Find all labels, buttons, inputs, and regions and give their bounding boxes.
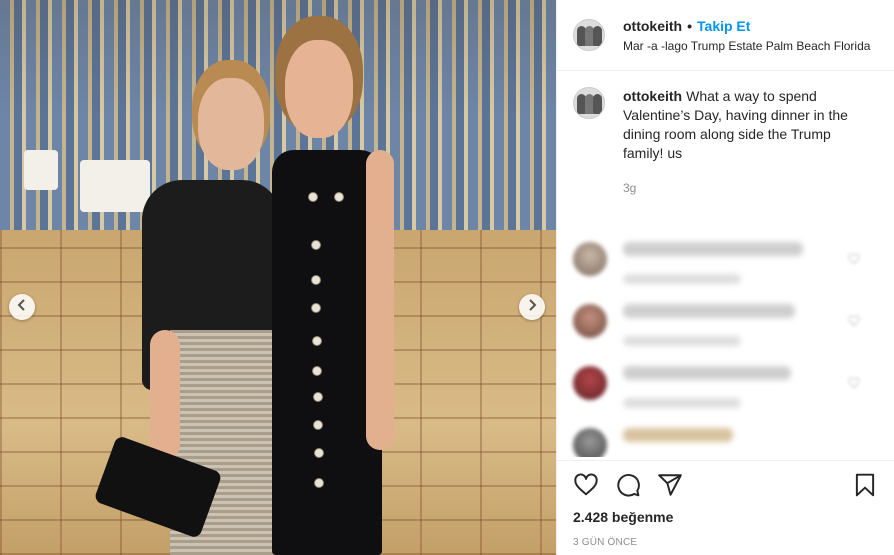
caption: ottokeith What a way to spend Valentine’s… <box>573 87 878 198</box>
avatar <box>573 428 607 457</box>
dress-button <box>313 420 323 430</box>
dress-button <box>334 192 344 202</box>
dress-button <box>314 448 324 458</box>
dress-button <box>313 392 323 402</box>
bookmark-icon[interactable] <box>852 472 878 498</box>
caption-time[interactable]: 3g <box>623 179 873 198</box>
heart-icon[interactable] <box>848 314 860 327</box>
photo-arm <box>366 150 394 450</box>
dress-button <box>312 336 322 346</box>
avatar[interactable] <box>573 19 605 51</box>
dress-button <box>308 192 318 202</box>
caption-username[interactable]: ottokeith <box>623 88 682 104</box>
chevron-right-icon <box>526 298 538 316</box>
photo-table <box>24 150 58 190</box>
post-header: ottokeith • Takip Et Mar -a -lago Trump … <box>557 0 894 71</box>
likes-count[interactable]: 2.428 beğenme <box>573 509 878 525</box>
post-photo[interactable] <box>0 0 556 555</box>
dress-button <box>311 240 321 250</box>
photo-arm <box>150 330 180 460</box>
share-icon[interactable] <box>657 472 683 498</box>
comment-icon[interactable] <box>615 472 641 498</box>
carousel-prev-button[interactable] <box>9 294 35 320</box>
dress-button <box>314 478 324 488</box>
avatar <box>573 366 607 400</box>
heart-icon[interactable] <box>573 472 599 498</box>
chevron-left-icon <box>16 298 28 316</box>
photo-person-right <box>285 40 353 138</box>
avatar <box>573 304 607 338</box>
comment-row <box>573 428 878 457</box>
follow-button[interactable]: Takip Et <box>697 18 750 34</box>
photo-person-left <box>198 78 264 170</box>
username-link[interactable]: ottokeith <box>623 18 682 34</box>
comments-list[interactable]: ottokeith What a way to spend Valentine’s… <box>557 71 894 457</box>
comment-row <box>573 242 878 284</box>
separator-dot: • <box>687 17 693 34</box>
dress-button <box>312 366 322 376</box>
carousel-next-button[interactable] <box>519 294 545 320</box>
dress-button <box>311 275 321 285</box>
photo-table <box>80 160 150 212</box>
comment-row <box>573 304 878 346</box>
comment-row <box>573 366 878 408</box>
post-sidebar: ottokeith • Takip Et Mar -a -lago Trump … <box>556 0 894 555</box>
heart-icon[interactable] <box>848 376 860 389</box>
post-timestamp[interactable]: 3 GÜN ÖNCE <box>573 537 878 548</box>
post-actions: 2.428 beğenme 3 GÜN ÖNCE <box>557 460 894 548</box>
location-link[interactable]: Mar -a -lago Trump Estate Palm Beach Flo… <box>623 39 870 53</box>
heart-icon[interactable] <box>848 252 860 265</box>
avatar[interactable] <box>573 87 605 119</box>
avatar <box>573 242 607 276</box>
dress-button <box>311 303 321 313</box>
